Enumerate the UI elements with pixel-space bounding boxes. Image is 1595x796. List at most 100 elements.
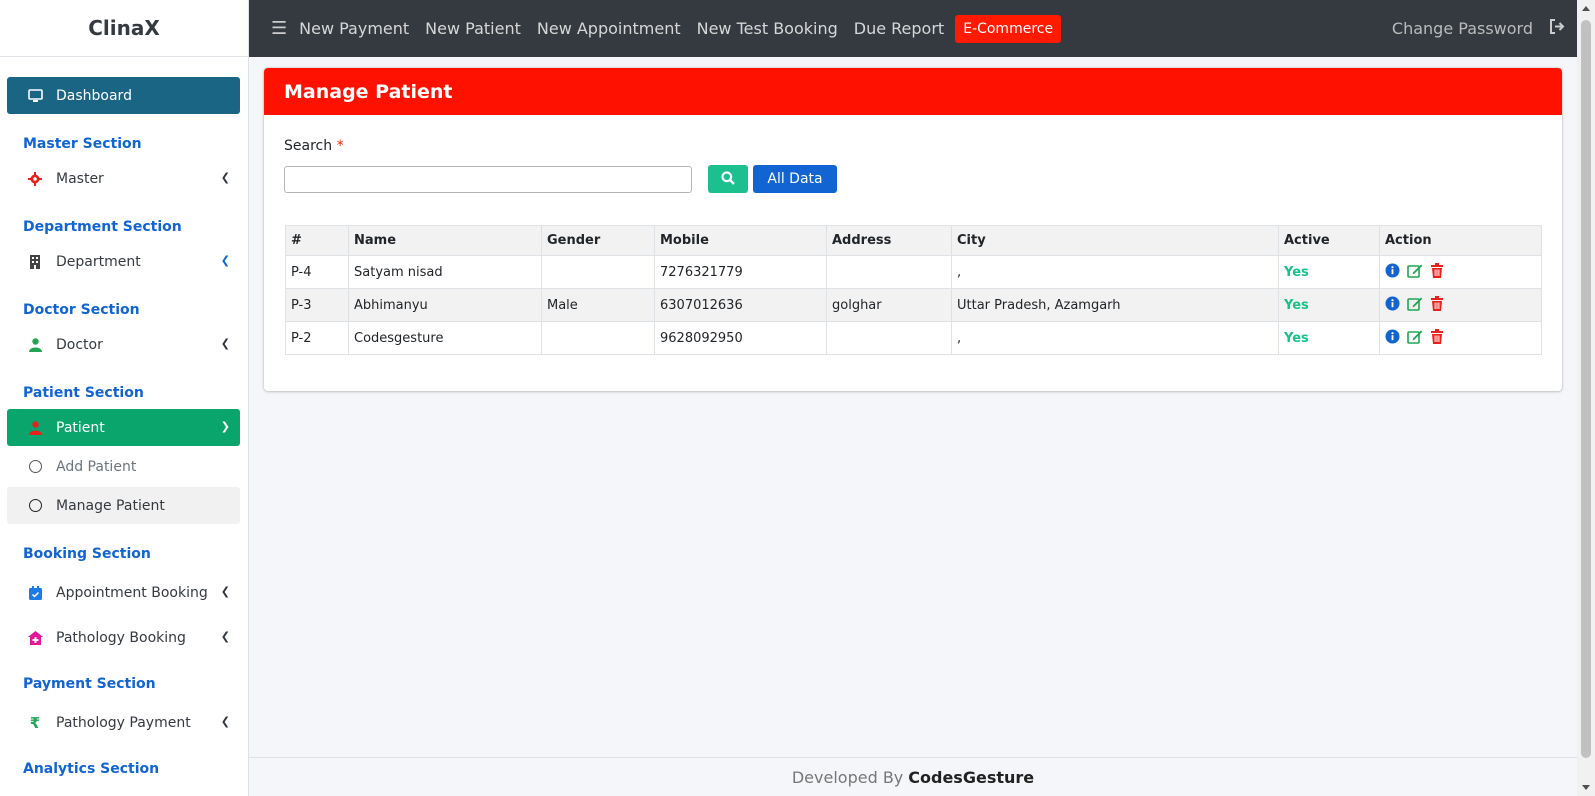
cell-mobile: 9628092950 [654, 321, 827, 355]
calendar-check-icon [27, 585, 43, 601]
manage-patient-card: Manage Patient Search * All Data # Name … [264, 68, 1562, 391]
cell-name: Abhimanyu [348, 288, 542, 322]
edit-icon[interactable] [1407, 263, 1423, 278]
cell-actions [1379, 288, 1542, 322]
sidebar-item-appointment-booking[interactable]: Appointment Booking ❮ [7, 570, 240, 615]
sidebar-item-label: Add Patient [56, 458, 137, 475]
user-icon [27, 420, 43, 436]
column-header[interactable]: Active [1278, 225, 1380, 256]
section-heading-analytics: Analytics Section [23, 761, 160, 777]
column-header[interactable]: Mobile [654, 225, 827, 256]
sidebar-item-pathology-payment[interactable]: ₹ Pathology Payment ❮ [7, 700, 240, 745]
sidebar-item-dashboard[interactable]: Dashboard [7, 77, 240, 114]
cell-actions [1379, 321, 1542, 355]
ecommerce-button[interactable]: E-Commerce [955, 14, 1062, 43]
sidebar-item-add-patient[interactable]: Add Patient [7, 448, 240, 485]
search-icon [721, 170, 735, 188]
chevron-left-icon: ❮ [220, 585, 230, 598]
edit-icon[interactable] [1407, 296, 1423, 311]
footer-brand[interactable]: CodesGesture [908, 768, 1034, 787]
sidebar-item-label: Patient [56, 419, 105, 436]
edit-icon[interactable] [1407, 329, 1423, 344]
column-header[interactable]: Address [826, 225, 952, 256]
sidebar-item-pathology-booking[interactable]: Pathology Booking ❮ [7, 615, 240, 660]
doctor-icon [27, 337, 43, 353]
cell-mobile: 6307012636 [654, 288, 827, 322]
column-header[interactable]: Gender [541, 225, 655, 256]
cell-address: golghar [826, 288, 952, 322]
cell-city: , [951, 255, 1279, 289]
brand-logo[interactable]: ClinaX [0, 0, 248, 57]
footer: Developed By CodesGesture [249, 757, 1577, 796]
cell-address [826, 321, 952, 355]
page-scrollbar[interactable] [1577, 0, 1595, 796]
chevron-left-icon: ❮ [220, 337, 230, 350]
nav-link-new-appointment[interactable]: New Appointment [537, 19, 681, 38]
section-heading-doctor: Doctor Section [23, 302, 140, 318]
column-header[interactable]: Name [348, 225, 542, 256]
sidebar-item-label: Doctor [56, 336, 103, 353]
section-heading-booking: Booking Section [23, 546, 151, 562]
sidebar-item-label: Pathology Booking [56, 629, 186, 646]
sidebar-item-manage-patient[interactable]: Manage Patient [7, 487, 240, 524]
hamburger-icon[interactable]: ☰ [271, 18, 287, 39]
info-icon[interactable] [1385, 263, 1400, 278]
delete-icon[interactable] [1430, 262, 1444, 278]
page-title: Manage Patient [264, 68, 1562, 115]
delete-icon[interactable] [1430, 295, 1444, 311]
cell-actions [1379, 255, 1542, 289]
search-button[interactable] [708, 165, 748, 193]
scrollbar-thumb[interactable] [1581, 20, 1591, 758]
all-data-button[interactable]: All Data [753, 165, 837, 193]
section-heading-department: Department Section [23, 219, 182, 235]
cell-name: Codesgesture [348, 321, 542, 355]
building-icon [27, 254, 43, 270]
chevron-left-icon: ❮ [220, 171, 230, 184]
chevron-left-icon: ❮ [220, 254, 230, 267]
sidebar-item-label: Manage Patient [56, 497, 165, 514]
logout-icon[interactable] [1549, 19, 1565, 38]
search-input[interactable] [284, 166, 692, 193]
delete-icon[interactable] [1430, 328, 1444, 344]
sidebar-item-department[interactable]: Department ❮ [7, 243, 240, 280]
cell-city: Uttar Pradesh, Azamgarh [951, 288, 1279, 322]
monitor-icon [27, 88, 43, 104]
cell-active: Yes [1278, 288, 1380, 322]
sidebar-item-label: Master [56, 170, 104, 187]
nav-link-new-payment[interactable]: New Payment [299, 19, 409, 38]
sidebar: ClinaX Dashboard Master Section Master ❮… [0, 0, 249, 796]
footer-prefix: Developed By [791, 767, 904, 787]
table-row: P-4 Satyam nisad 7276321779 , Yes [285, 255, 1542, 289]
column-header[interactable]: Action [1379, 225, 1542, 256]
topbar-right: Change Password [1392, 19, 1577, 38]
nav-link-new-patient[interactable]: New Patient [425, 19, 521, 38]
rupee-icon: ₹ [29, 713, 41, 732]
info-icon[interactable] [1385, 296, 1400, 311]
gear-icon [27, 171, 43, 187]
change-password-link[interactable]: Change Password [1392, 19, 1533, 38]
column-header[interactable]: # [285, 225, 349, 256]
cell-gender: Male [541, 288, 655, 322]
sidebar-item-doctor[interactable]: Doctor ❮ [7, 326, 240, 363]
column-header[interactable]: City [951, 225, 1279, 256]
cell-id: P-4 [285, 255, 349, 289]
nav-link-due-report[interactable]: Due Report [854, 19, 944, 38]
cell-gender [541, 321, 655, 355]
scroll-up-arrow-icon[interactable] [1582, 6, 1590, 11]
chevron-left-icon: ❮ [220, 630, 230, 643]
search-label: Search * [284, 138, 344, 154]
chevron-left-icon: ❮ [220, 715, 230, 728]
patient-table: # Name Gender Mobile Address City Active… [285, 225, 1542, 355]
sidebar-item-label: Pathology Payment [56, 714, 191, 731]
sidebar-item-label: Department [56, 253, 141, 270]
table-header-row: # Name Gender Mobile Address City Active… [285, 225, 1542, 256]
sidebar-item-patient[interactable]: Patient ❯ [7, 409, 240, 446]
circle-icon [27, 459, 43, 475]
scroll-down-arrow-icon[interactable] [1582, 785, 1590, 790]
circle-icon [27, 498, 43, 514]
info-icon[interactable] [1385, 329, 1400, 344]
table-row: P-2 Codesgesture 9628092950 , Yes [285, 321, 1542, 355]
sidebar-item-master[interactable]: Master ❮ [7, 160, 240, 197]
table-row: P-3 Abhimanyu Male 6307012636 golghar Ut… [285, 288, 1542, 322]
nav-link-new-test-booking[interactable]: New Test Booking [697, 19, 838, 38]
